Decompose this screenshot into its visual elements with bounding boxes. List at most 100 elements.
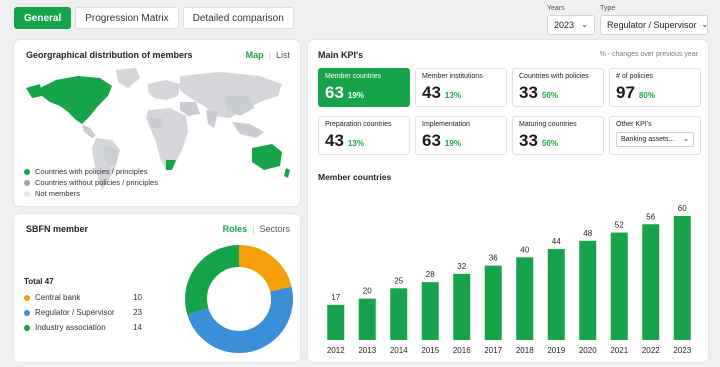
legend-dot [24, 190, 30, 197]
tab-progression-matrix[interactable]: Progression Matrix [75, 7, 179, 29]
kpi-change: 50% [541, 139, 558, 148]
tab-detailed-comparison[interactable]: Detailed comparison [182, 7, 294, 29]
map-region-southeast-asia [232, 122, 264, 138]
legend-label: Not members [35, 189, 81, 198]
member-value: 10 [133, 293, 142, 302]
roles-toggle[interactable]: Roles [223, 224, 248, 234]
chevron-down-icon: ⌄ [701, 20, 709, 29]
member-value: 23 [133, 308, 142, 317]
years-select[interactable]: 2023 ⌄ [547, 15, 595, 35]
list-item: Industry association 14 [24, 320, 142, 335]
kpi-label: Countries with policies [519, 73, 589, 80]
chart-bar[interactable] [579, 240, 597, 340]
other-kpi-select[interactable]: Banking assets... ⌄ [616, 132, 694, 147]
legend-label: Countries with policies / principles [35, 167, 148, 176]
x-tick-label: 2021 [610, 346, 628, 355]
member-value: 14 [133, 323, 142, 332]
x-tick-label: 2012 [327, 346, 345, 355]
x-tick-label: 2019 [547, 346, 565, 355]
chart-bar[interactable] [390, 288, 408, 340]
sectors-toggle[interactable]: Sectors [259, 224, 290, 234]
chart-bar[interactable] [421, 282, 439, 340]
chart-bar[interactable] [547, 249, 565, 340]
x-tick-label: 2013 [358, 346, 376, 355]
bar-value-label: 17 [331, 293, 340, 302]
chart-bar[interactable] [642, 224, 660, 340]
chart-bar[interactable] [327, 304, 345, 340]
kpi-value: 43 [422, 83, 441, 102]
members-total: Total 47 [24, 277, 54, 286]
legend-item: Countries without policies / principles [24, 177, 158, 188]
x-tick-label: 2015 [421, 346, 439, 355]
type-select[interactable]: Regulator / Supervisor ⌄ [600, 15, 708, 35]
bar-value-label: 60 [678, 204, 687, 213]
type-label: Type [600, 5, 616, 12]
kpi-label: Implementation [422, 121, 470, 128]
member-label: Central bank [35, 293, 81, 302]
bar-value-label: 32 [457, 262, 466, 271]
kpi-member-institutions[interactable]: Member institutions 43 13% [415, 68, 507, 107]
years-value: 2023 [554, 20, 575, 30]
map-list-toggle: Map | List [246, 50, 290, 60]
list-item: Central bank 10 [24, 290, 142, 305]
type-filter: Type Regulator / Supervisor ⌄ [600, 4, 708, 35]
kpi-countries-with-policies[interactable]: Countries with policies 33 50% [512, 68, 604, 107]
x-tick-label: 2022 [642, 346, 660, 355]
list-toggle[interactable]: List [276, 50, 290, 60]
sbfn-card-title: SBFN member [26, 224, 89, 234]
chart-bar[interactable] [358, 298, 376, 340]
toggle-separator: | [268, 50, 271, 60]
kpi-label: Other KPI's [616, 121, 652, 128]
kpi-label: Member countries [325, 73, 382, 80]
kpi-label: Maturing countries [519, 121, 577, 128]
chevron-down-icon: ⌄ [683, 136, 689, 143]
chart-bar[interactable] [516, 257, 534, 340]
kpi-label: Preparation countries [325, 121, 392, 128]
bar-value-label: 25 [394, 276, 403, 285]
members-donut-chart[interactable] [184, 244, 294, 354]
kpi-maturing-countries[interactable]: Maturing countries 33 50% [512, 116, 604, 155]
kpi-preparation-countries[interactable]: Preparation countries 43 13% [318, 116, 410, 155]
x-tick-label: 2018 [516, 346, 534, 355]
kpi-number-of-policies[interactable]: # of policies 97 80% [609, 68, 701, 107]
member-label: Regulator / Supervisor [35, 308, 115, 317]
kpi-value: 33 [519, 131, 538, 150]
legend-label: Countries without policies / principles [35, 178, 158, 187]
x-tick-label: 2020 [579, 346, 597, 355]
map-region-alaska [26, 84, 42, 98]
kpi-change: 13% [444, 91, 461, 100]
bar-value-label: 40 [520, 245, 529, 254]
toggle-separator: | [252, 224, 255, 234]
kpi-implementation[interactable]: Implementation 63 19% [415, 116, 507, 155]
x-tick-label: 2016 [453, 346, 471, 355]
other-kpi-value: Banking assets... [621, 136, 675, 143]
map-region-australia [252, 144, 282, 170]
map-card-title: Georgraphical distribution of members [26, 50, 193, 60]
kpi-member-countries[interactable]: Member countries 63 19% [318, 68, 410, 107]
chevron-down-icon: ⌄ [581, 20, 588, 29]
kpi-value: 63 [325, 83, 344, 102]
map-region-central-america [82, 124, 96, 138]
kpi-card-title: Main KPI's [318, 50, 364, 60]
kpi-other: Other KPI's Banking assets... ⌄ [609, 116, 701, 155]
years-filter: Years 2023 ⌄ [547, 4, 595, 35]
kpi-value: 63 [422, 131, 441, 150]
map-toggle[interactable]: Map [246, 50, 264, 60]
type-value: Regulator / Supervisor [607, 20, 697, 30]
map-region-new-zealand [284, 168, 290, 178]
years-label: Years [547, 5, 565, 12]
tab-bar: General Progression Matrix Detailed comp… [14, 7, 294, 29]
kpi-value: 97 [616, 83, 635, 102]
bar-value-label: 28 [426, 270, 435, 279]
legend-dot [24, 294, 30, 301]
chart-bar[interactable] [453, 273, 471, 340]
bar-value-label: 52 [615, 221, 624, 230]
chart-bar[interactable] [484, 265, 502, 340]
bar-value-label: 36 [489, 254, 498, 263]
legend-dot [24, 309, 30, 316]
kpi-note: % - changes over previous year [599, 51, 698, 58]
map-legend: Countries with policies / principles Cou… [24, 166, 158, 199]
tab-general[interactable]: General [14, 7, 72, 29]
chart-bar[interactable] [610, 232, 628, 340]
chart-bar[interactable] [673, 216, 691, 340]
